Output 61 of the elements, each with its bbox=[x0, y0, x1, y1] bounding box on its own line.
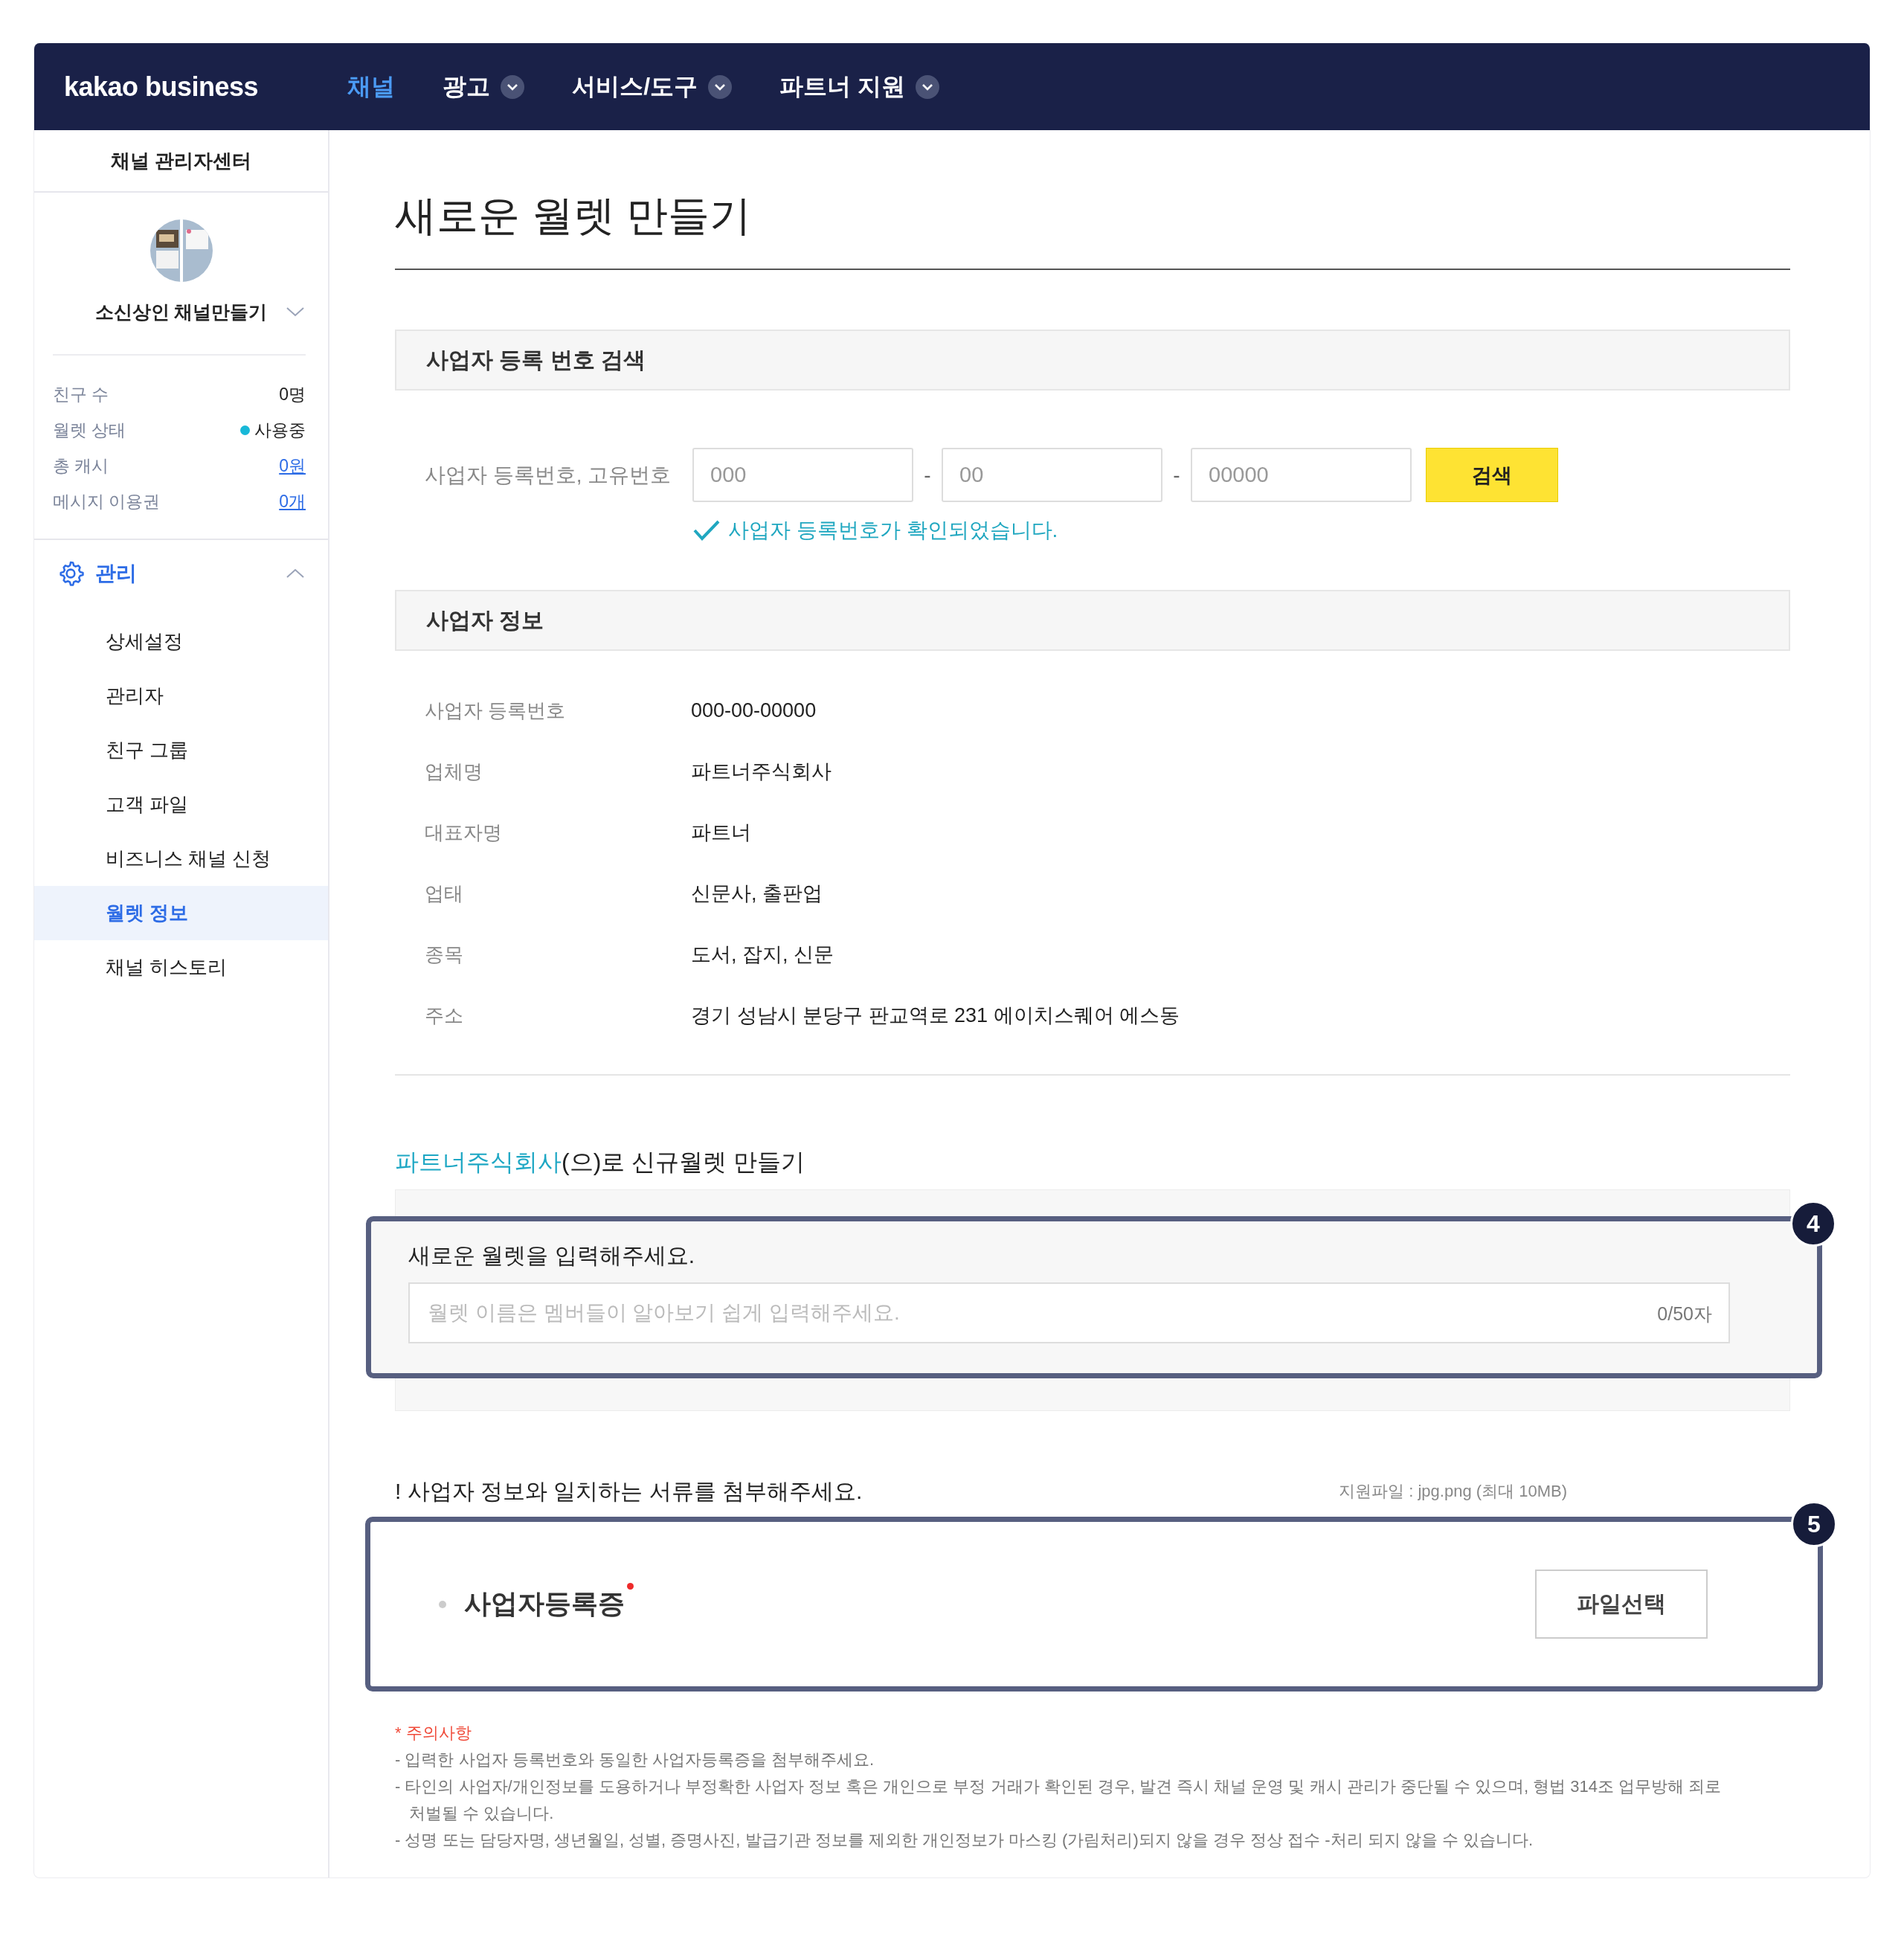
info-value: 파트너주식회사 bbox=[691, 759, 832, 784]
menu-item[interactable]: 친구 그룹 bbox=[34, 723, 328, 777]
character-counter: 0/50자 bbox=[1657, 1302, 1712, 1326]
menu-item[interactable]: 비즈니스 채널 신청 bbox=[34, 832, 328, 886]
note-text: - 성명 또는 담당자명, 생년월일, 성별, 증명사진, 발급기관 정보를 제외한 개인정보가 마스킹 (가림처리)되지 않을 경우 정상 접수 -처리 되지 않을 수 있습니다. bbox=[395, 1830, 1534, 1851]
logo: kakao business bbox=[64, 71, 259, 103]
notes-title: * 주의사항 bbox=[395, 1723, 472, 1744]
search-button[interactable]: 검색 bbox=[1426, 448, 1558, 502]
stat-label: 총 캐시 bbox=[53, 454, 109, 477]
menu-item[interactable]: 상세설정 bbox=[34, 614, 328, 669]
input-field[interactable]: 000 bbox=[692, 448, 913, 502]
menu-item[interactable]: 채널 히스토리 bbox=[34, 940, 328, 995]
info-label: 업태 bbox=[424, 881, 464, 906]
input-field[interactable]: 00 bbox=[942, 448, 1162, 502]
nav-tab[interactable]: 채널 bbox=[347, 65, 396, 108]
sidebar-title: 채널 관리자센터 bbox=[34, 130, 328, 193]
stat-value: 사용중 bbox=[254, 419, 306, 441]
separator: - bbox=[923, 463, 932, 487]
info-value: 경기 성남시 분당구 판교역로 231 에이치스퀘어 에스동 bbox=[691, 1003, 1180, 1028]
section-header: 사업자 등록 번호 검색 bbox=[395, 330, 1790, 391]
stat-value: 0명 bbox=[279, 383, 306, 405]
file-types-hint: 지원파일 : jpg.png (최대 10MB) bbox=[1339, 1481, 1567, 1502]
nav-tab[interactable]: 파트너 지원 bbox=[779, 65, 939, 108]
checkmark-icon bbox=[692, 518, 721, 542]
menu-section-toggle[interactable]: 관리 bbox=[34, 553, 328, 594]
info-value: 신문사, 출판업 bbox=[691, 881, 823, 906]
section-header: 사업자 정보 bbox=[395, 590, 1790, 651]
menu-item[interactable]: 관리자 bbox=[34, 669, 328, 723]
note-text: - 타인의 사업자/개인정보를 도용하거나 부정확한 사업자 정보 혹은 개인으로 부정 거래가 확인된 경우, 발견 즉시 채널 운영 및 캐시 관리가 중단될 수 있으며, 형법 314조 업무방해 죄로 처벌될 수 있습니다. bbox=[395, 1776, 1723, 1824]
stat-label: 메시지 이용권 bbox=[53, 490, 161, 513]
file-select-button[interactable]: 파일선택 bbox=[1535, 1570, 1708, 1639]
nav-tab[interactable]: 광고 bbox=[443, 65, 525, 108]
nav-tab[interactable]: 서비스/도구 bbox=[572, 65, 733, 108]
page-title: 새로운 월렛 만들기 bbox=[395, 130, 1790, 270]
menu-item[interactable]: 월렛 정보 bbox=[34, 886, 328, 940]
document-label: 사업자등록증 bbox=[464, 1586, 625, 1622]
stat-label: 월렛 상태 bbox=[53, 419, 126, 441]
field-label: 사업자 등록번호, 고유번호 bbox=[424, 462, 672, 488]
info-label: 종목 bbox=[424, 942, 464, 967]
note-text: - 입력한 사업자 등록번호와 동일한 사업자등록증을 첨부해주세요. bbox=[395, 1750, 875, 1770]
stat-link[interactable]: 0원 bbox=[279, 454, 306, 478]
info-label: 사업자 등록번호 bbox=[424, 698, 567, 723]
info-value: 도서, 잡지, 신문 bbox=[691, 942, 834, 967]
input-field[interactable]: 00000 bbox=[1191, 448, 1412, 502]
channel-selector[interactable]: 소신상인 채널만들기 bbox=[34, 292, 328, 332]
info-label: 주소 bbox=[424, 1003, 464, 1028]
success-message: 사업자 등록번호가 확인되었습니다. bbox=[728, 518, 1058, 543]
info-label: 대표자명 bbox=[424, 820, 503, 845]
info-value: 파트너 bbox=[691, 820, 751, 845]
section-title: 파트너주식회사(으)로 신규월렛 만들기 bbox=[395, 1148, 806, 1177]
bullet-icon bbox=[439, 1600, 446, 1608]
separator: - bbox=[1172, 463, 1181, 487]
field-label: 새로운 월렛을 입력해주세요. bbox=[408, 1242, 695, 1269]
notice-text: ! 사업자 정보와 일치하는 서류를 첨부해주세요. bbox=[395, 1477, 863, 1505]
step-badge: 4 bbox=[1790, 1201, 1836, 1247]
stat-label: 친구 수 bbox=[53, 383, 109, 405]
stat-link[interactable]: 0개 bbox=[279, 489, 306, 513]
info-value: 000-00-00000 bbox=[691, 698, 817, 722]
menu-item[interactable]: 고객 파일 bbox=[34, 777, 328, 832]
info-label: 업체명 bbox=[424, 759, 483, 784]
step-badge: 5 bbox=[1791, 1501, 1837, 1547]
